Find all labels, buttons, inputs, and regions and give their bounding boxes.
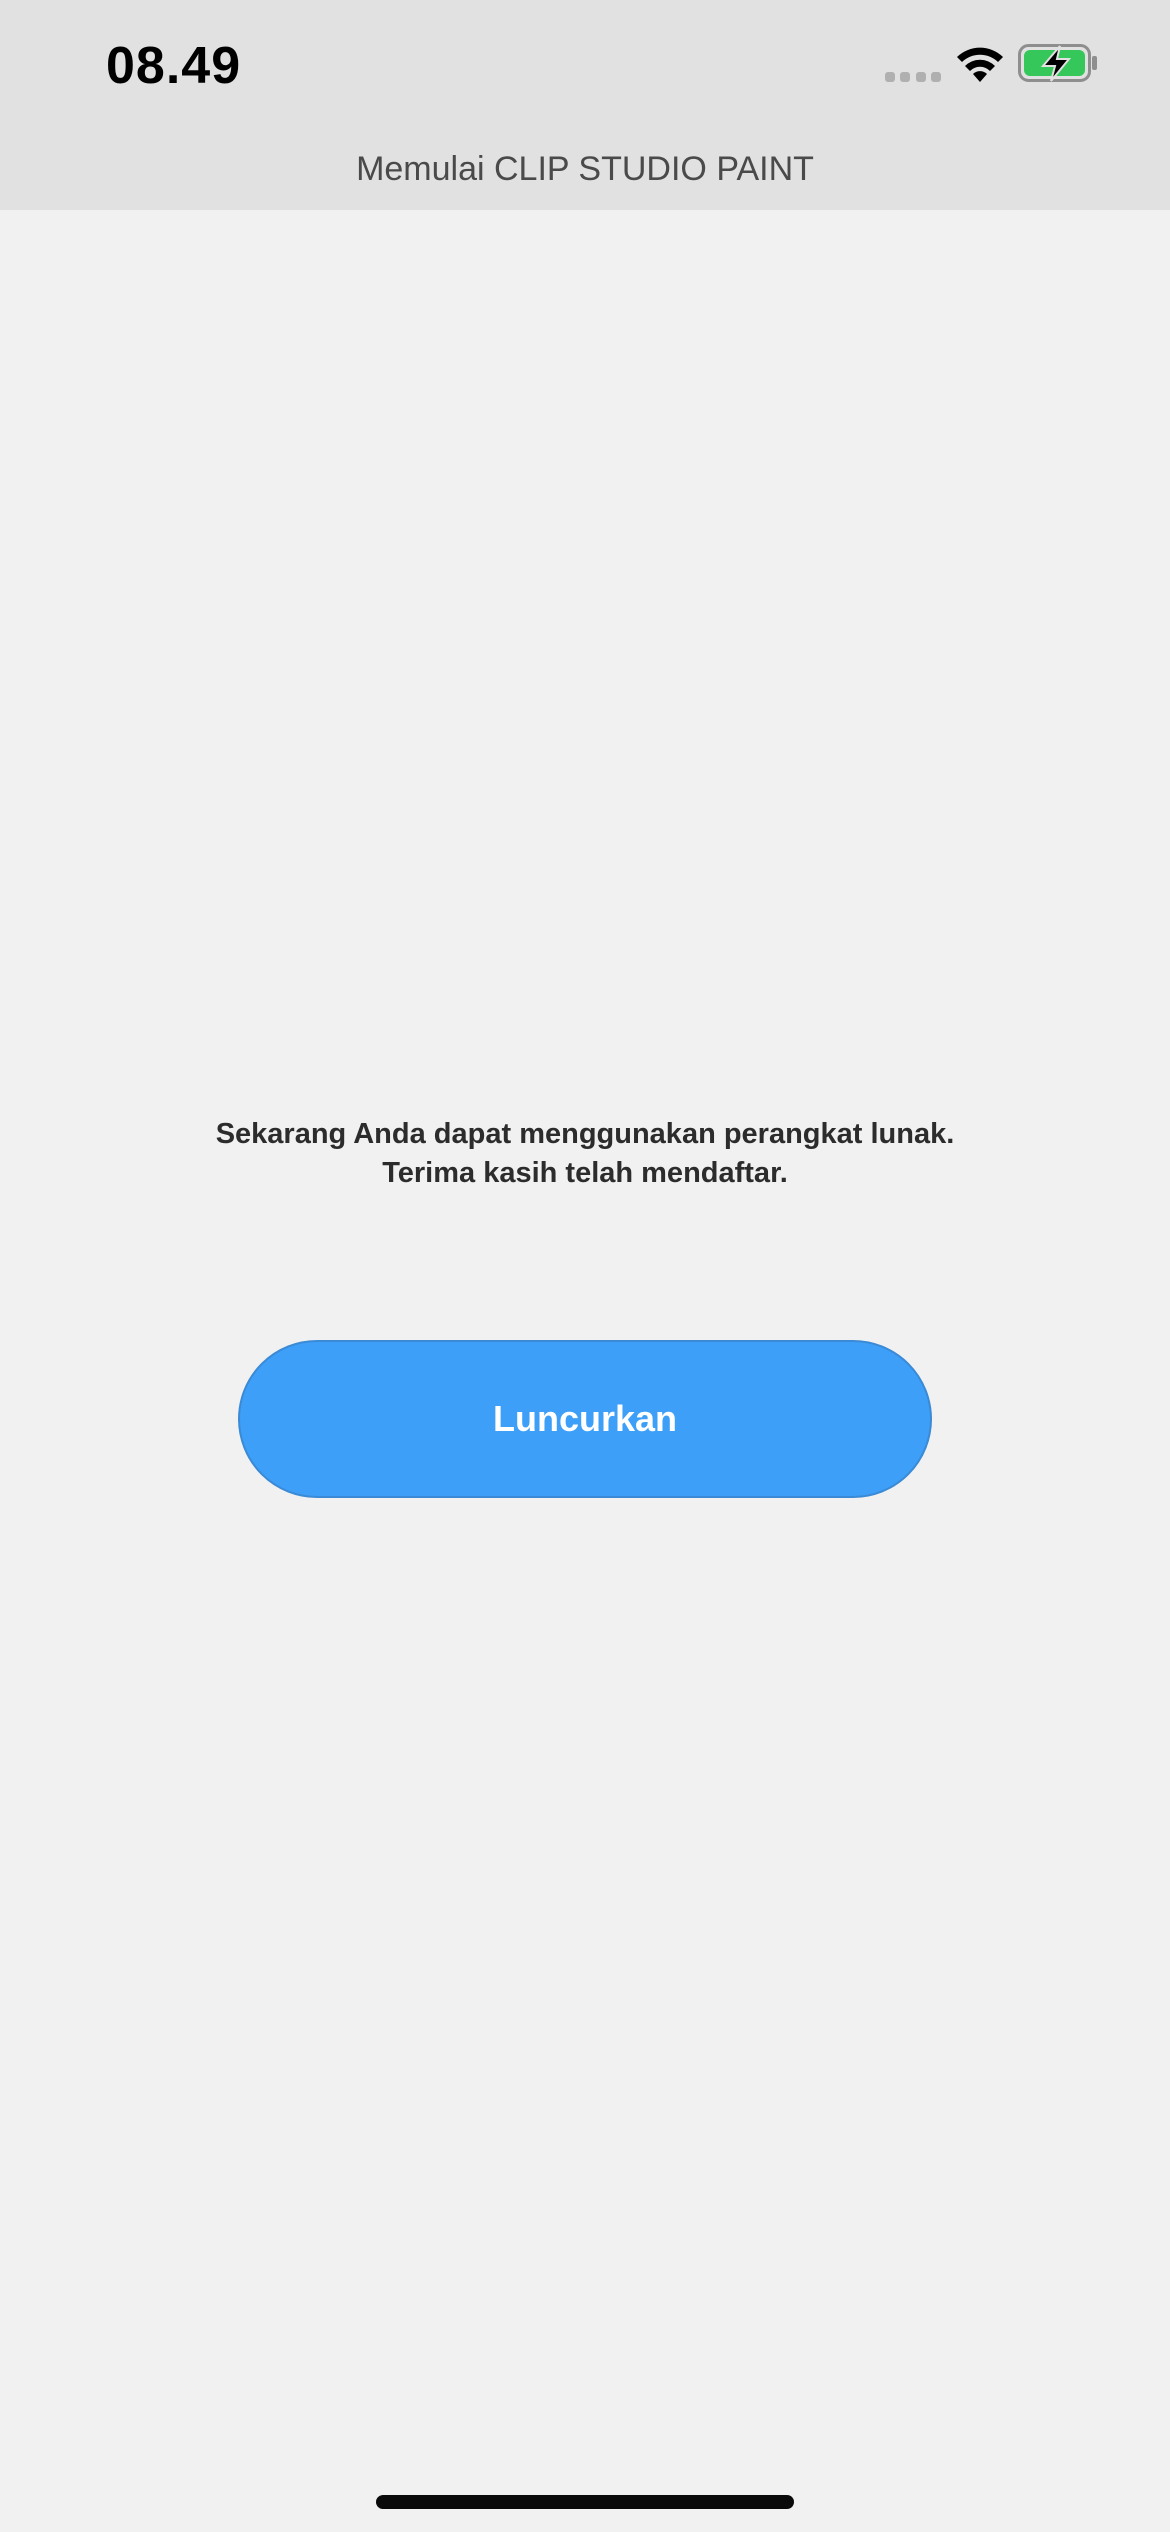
- launch-button[interactable]: Luncurkan: [238, 1340, 932, 1498]
- battery-charging-icon: [1018, 44, 1097, 82]
- page-title: Memulai CLIP STUDIO PAINT: [356, 150, 814, 188]
- status-time: 08.49: [106, 37, 242, 95]
- top-bar: 08.49 Memulai CLIP STUDIO PAINT: [0, 0, 1170, 210]
- message-line-2: Terima kasih telah mendaftar.: [382, 1157, 788, 1189]
- wifi-icon: [957, 47, 1003, 82]
- home-indicator[interactable]: [376, 2495, 794, 2509]
- signal-icon: [885, 72, 941, 84]
- message-line-1: Sekarang Anda dapat menggunakan perangka…: [215, 1118, 955, 1150]
- registration-message: Sekarang Anda dapat menggunakan perangka…: [0, 1115, 1170, 1193]
